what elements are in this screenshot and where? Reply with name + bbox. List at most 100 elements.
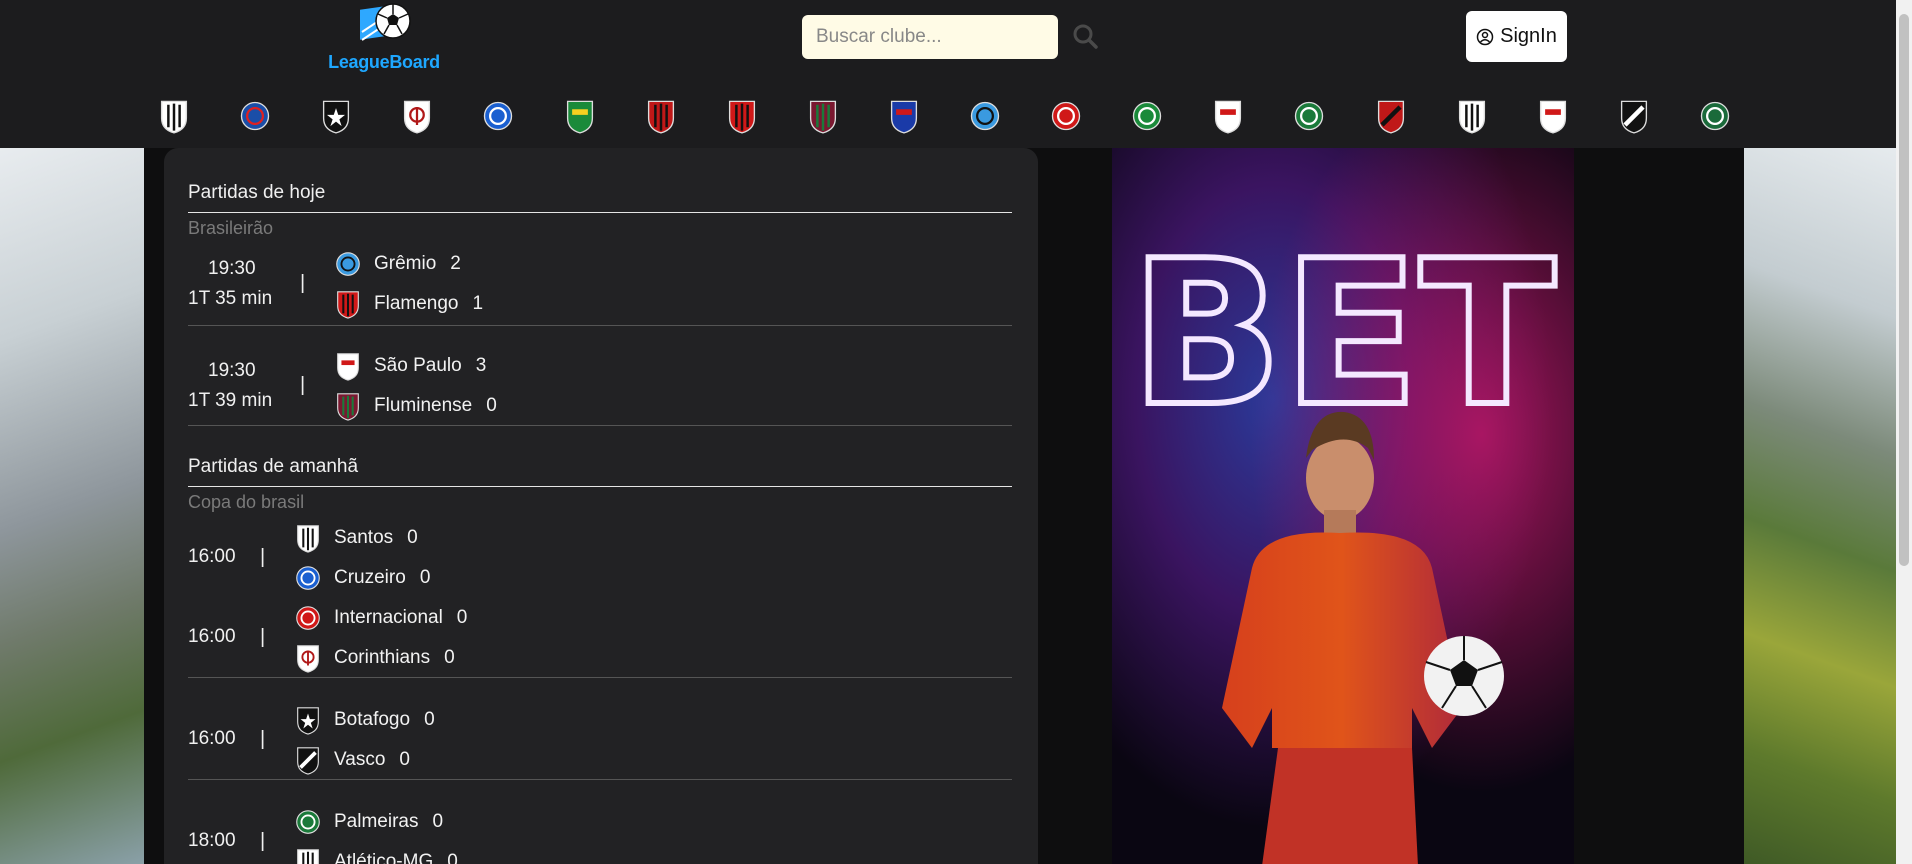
atletico-go-icon[interactable] — [645, 98, 677, 134]
team-score: 0 — [444, 647, 455, 668]
cruzeiro-icon[interactable] — [482, 98, 514, 134]
match-divider: | — [260, 626, 266, 648]
user-circle-icon — [1476, 28, 1494, 45]
team-name: Internacional — [334, 607, 443, 628]
tomorrow-league: Copa do brasil — [188, 492, 305, 512]
team-name: Botafogo — [334, 709, 411, 730]
home-team: Palmeiras 0 — [294, 806, 443, 838]
athletico-pr-icon[interactable] — [1375, 98, 1407, 134]
home-team: São Paulo 3 — [334, 350, 486, 382]
stadium-background-left — [0, 148, 144, 864]
away-team: Corinthians 0 — [294, 642, 455, 674]
match-divider: | — [260, 728, 266, 750]
bet-advertisement[interactable]: BET — [1112, 148, 1574, 864]
team-name: Flamengo — [374, 293, 459, 314]
away-team: Fluminense 0 — [334, 390, 497, 422]
match-row[interactable]: 19:30 1T 35 min | Grêmio 2 Flamengo 1 — [188, 248, 1012, 326]
team-score: 0 — [399, 749, 410, 770]
home-team: Internacional 0 — [294, 602, 467, 634]
match-divider: | — [300, 272, 306, 294]
match-time: 19:30 — [208, 258, 256, 279]
logo[interactable]: LeagueBoard — [316, 2, 456, 76]
away-team: Vasco 0 — [294, 744, 410, 776]
team-score: 1 — [472, 293, 484, 314]
palmeiras-icon — [294, 807, 322, 837]
search-input[interactable] — [802, 15, 1058, 59]
atletico-mg-icon[interactable] — [158, 98, 190, 134]
fortaleza-icon[interactable] — [888, 98, 920, 134]
stadium-background-right — [1744, 148, 1896, 864]
scrollbar-thumb[interactable] — [1899, 14, 1909, 566]
team-score: 0 — [486, 395, 497, 416]
team-score: 0 — [447, 851, 458, 864]
vasco-icon[interactable] — [1618, 98, 1650, 134]
team-name: São Paulo — [374, 355, 462, 376]
match-time: 16:00 — [188, 728, 236, 749]
team-name: Atlético-MG — [334, 851, 434, 864]
match-divider: | — [300, 374, 306, 396]
signin-label: SignIn — [1500, 25, 1557, 47]
gremio-icon[interactable] — [969, 98, 1001, 134]
match-row[interactable]: 19:30 1T 39 min | São Paulo 3 Fluminense… — [188, 350, 1012, 426]
sao-paulo-icon — [334, 351, 362, 381]
corinthians-icon[interactable] — [401, 98, 433, 134]
vasco-icon — [294, 745, 322, 775]
cruzeiro-icon — [294, 563, 322, 593]
today-title: Partidas de hoje — [188, 182, 1012, 213]
team-score: 0 — [424, 709, 435, 730]
team-name: Grêmio — [374, 253, 437, 274]
botafogo-icon[interactable] — [320, 98, 352, 134]
match-status: 1T 39 min — [188, 390, 273, 411]
team-score: 0 — [419, 567, 431, 588]
tomorrow-title: Partidas de amanhã — [188, 456, 1012, 487]
team-score: 0 — [407, 527, 418, 548]
team-name: Palmeiras — [334, 811, 419, 832]
corinthians-icon — [294, 643, 322, 673]
away-team: Atlético-MG 0 — [294, 846, 458, 864]
logo-text: LeagueBoard — [328, 52, 440, 72]
bahia-icon[interactable] — [239, 98, 271, 134]
signin-button[interactable]: SignIn — [1466, 11, 1567, 62]
match-time: 16:00 — [188, 546, 236, 567]
atletico-mg-icon — [294, 847, 322, 864]
match-row[interactable]: 16:00 | Santos 0 Cruzeiro 0 — [188, 522, 1012, 598]
match-row[interactable]: 18:00 | Palmeiras 0 Atlético-MG 0 — [188, 806, 1012, 864]
match-row[interactable]: 16:00 | Internacional 0 Corinthians 0 — [188, 602, 1012, 678]
match-time: 19:30 — [208, 360, 256, 381]
botafogo-icon — [294, 705, 322, 735]
internacional-icon[interactable] — [1050, 98, 1082, 134]
search-button[interactable] — [1070, 22, 1100, 52]
search-icon — [1073, 24, 1098, 49]
coritiba-icon[interactable] — [1699, 98, 1731, 134]
team-name: Cruzeiro — [334, 567, 406, 588]
bragantino-icon[interactable] — [1212, 98, 1244, 134]
cuiaba-icon[interactable] — [564, 98, 596, 134]
away-team: Flamengo 1 — [334, 288, 483, 320]
team-score: 0 — [456, 607, 468, 628]
today-league: Brasileirão — [188, 218, 274, 238]
team-score: 2 — [450, 253, 461, 274]
match-row[interactable]: 16:00 | Botafogo 0 Vasco 0 — [188, 704, 1012, 780]
sao-paulo-icon[interactable] — [1537, 98, 1569, 134]
santos-icon — [294, 523, 322, 553]
team-name: Fluminense — [374, 395, 473, 416]
fluminense-icon[interactable] — [807, 98, 839, 134]
flamengo-icon[interactable] — [726, 98, 758, 134]
match-time: 16:00 — [188, 626, 236, 647]
match-divider: | — [260, 830, 266, 852]
logo-ball-icon — [360, 3, 411, 41]
match-divider: | — [260, 546, 266, 568]
juventude-icon[interactable] — [1131, 98, 1163, 134]
club-bar — [0, 98, 1912, 138]
header: LeagueBoard SignIn — [0, 0, 1912, 148]
home-team: Grêmio 2 — [334, 248, 461, 280]
palmeiras-icon[interactable] — [1293, 98, 1325, 134]
match-status: 1T 35 min — [188, 288, 273, 309]
away-team: Cruzeiro 0 — [294, 562, 430, 594]
home-team: Botafogo 0 — [294, 704, 435, 736]
ad-image: BET — [1112, 148, 1574, 864]
flamengo-icon — [334, 289, 362, 319]
team-name: Vasco — [334, 749, 386, 770]
santos-icon[interactable] — [1456, 98, 1488, 134]
team-score: 3 — [475, 355, 487, 376]
